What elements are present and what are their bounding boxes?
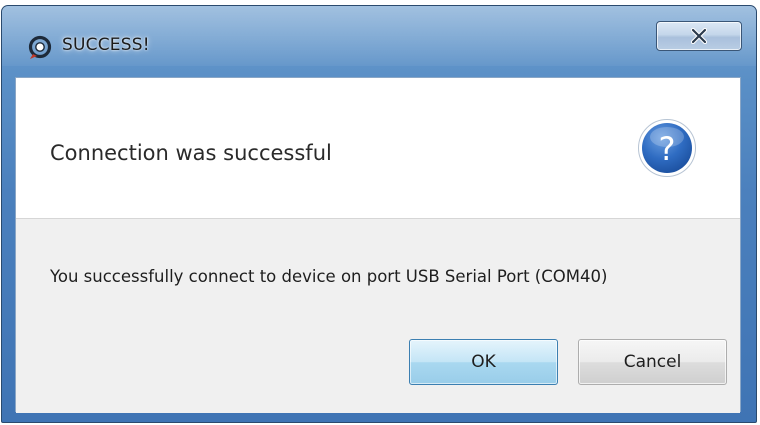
dialog-heading: Connection was successful (50, 141, 332, 165)
dialog-body: You successfully connect to device on po… (16, 219, 740, 413)
close-button[interactable] (656, 21, 742, 51)
close-icon (690, 28, 708, 44)
ok-button[interactable]: OK (409, 339, 558, 385)
dialog-message: You successfully connect to device on po… (50, 267, 608, 286)
title-bar[interactable]: SUCCESS! (2, 6, 756, 80)
dialog-header: Connection was successful ? (16, 78, 740, 219)
app-logo-icon (28, 35, 52, 59)
question-icon: ? (638, 119, 696, 177)
window-title: SUCCESS! (62, 35, 150, 55)
dialog-content: Connection was successful ? You successf… (15, 77, 741, 413)
dialog-window: SUCCESS! Connection was successful ? You… (1, 5, 757, 423)
screen: SUCCESS! Connection was successful ? You… (0, 0, 760, 425)
cancel-button[interactable]: Cancel (578, 339, 727, 385)
svg-text:?: ? (659, 130, 676, 168)
